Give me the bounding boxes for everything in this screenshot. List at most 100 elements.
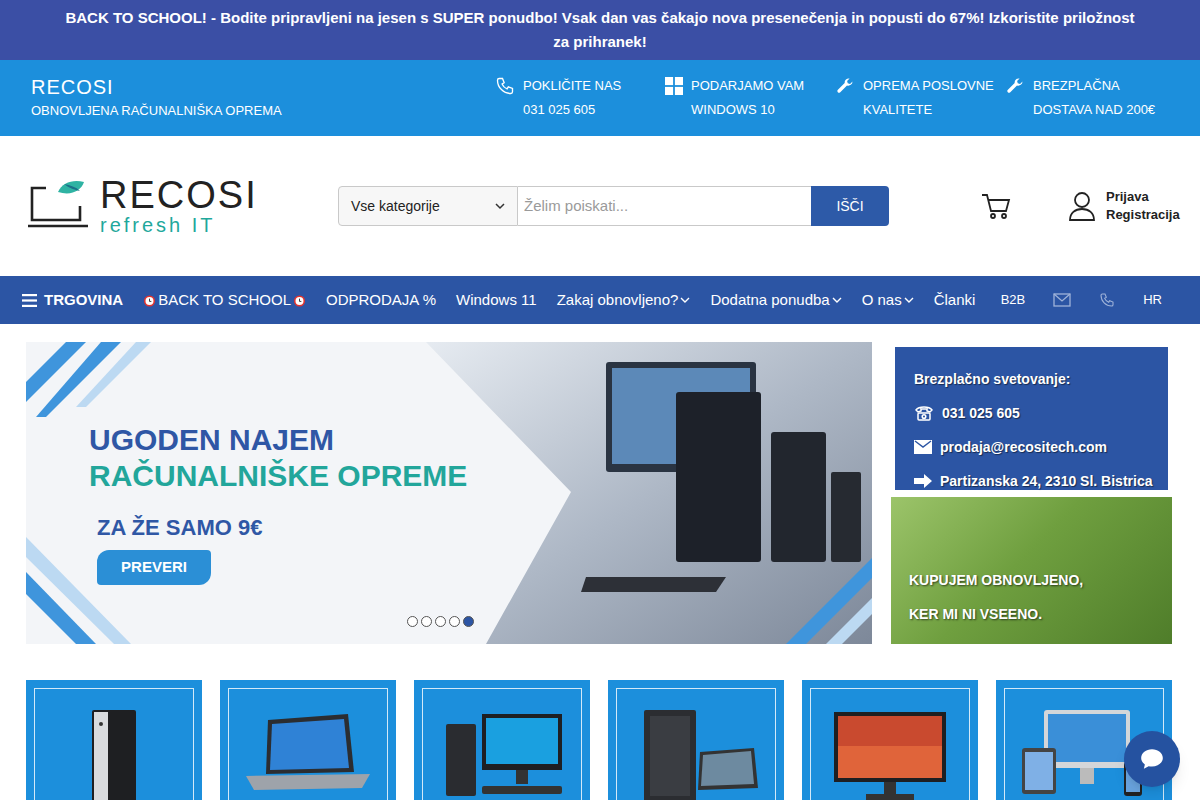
contact-title: Brezplačno svetovanje: [914,369,1168,389]
phone-icon [495,76,515,96]
chevron-down-icon [904,295,914,305]
nav-label: TRGOVINA [44,289,123,312]
info-bar: RECOSIOBNOVLJENA RAČUNALNIŠKA OPREMA POK… [0,60,1200,136]
feature-line: DOSTAVA NAD 200€ [1033,98,1155,122]
mail-icon [1053,293,1071,307]
slider-dots [407,616,474,627]
hero-banner[interactable]: UGODEN NAJEMRAČUNALNIŠKE OPREMEZA ŽE SAM… [26,342,872,644]
user-icon [1068,191,1096,221]
contact-phone[interactable]: 031 025 605 [914,403,1168,423]
workstation-icon [626,702,766,800]
login-link[interactable]: Prijava [1106,188,1180,206]
feature-item: PODARJAMO VAMWINDOWS 10 [665,74,835,122]
wrench-icon [835,76,855,96]
tower-icon [44,702,184,800]
header: RECOSIrefresh IT Vse kategorije IŠČI Prij… [0,136,1200,276]
category-row [0,680,1200,800]
alarm-clock-icon [143,294,156,307]
logo-slogan: refresh IT [100,214,258,236]
search-input[interactable] [518,186,811,226]
slider-dot[interactable] [449,616,460,627]
card-frame [616,688,776,800]
nav-item[interactable]: HR [1143,290,1162,310]
category-card[interactable] [26,680,202,800]
logo-name: RECOSI [100,176,258,214]
contact-email[interactable]: prodaja@recositech.com [914,437,1168,457]
nav-label: B2B [1001,292,1026,307]
telephone-icon [914,405,934,421]
banner-text: UGODEN NAJEMRAČUNALNIŠKE OPREMEZA ŽE SAM… [26,342,872,585]
nav-item[interactable]: BACK TO SCHOOL [143,289,306,312]
contact-address[interactable]: Partizanska 24, 2310 Sl. Bistrica [914,471,1168,491]
phone-button[interactable] [1099,292,1115,308]
category-select-value: Vse kategorije [351,196,440,217]
nav-main-group: TRGOVINA BACK TO SCHOOL ODPRODAJA % Windows… [22,289,975,312]
chevron-down-icon [495,201,505,211]
promo-line: KER MI NI VSEENO. [909,606,1172,622]
shop-menu-button[interactable]: TRGOVINA [22,289,123,312]
slider-dot[interactable] [435,616,446,627]
side-column: Brezplačno svetovanje: 031 025 605 prodaja… [891,342,1172,644]
brand-block: RECOSIOBNOVLJENA RAČUNALNIŠKA OPREMA [31,74,282,122]
hero-area: UGODEN NAJEMRAČUNALNIŠKE OPREMEZA ŽE SAM… [0,342,1200,644]
nav-item[interactable]: Članki [934,289,976,312]
nav-dropdown[interactable]: Dodatna ponudba [710,289,841,312]
chat-icon [1139,746,1165,772]
laptop-icon [238,702,378,800]
feature-text: OPREMA POSLOVNEKVALITETE [863,74,994,122]
banner-button-wrap: PREVERI [97,550,872,585]
category-select[interactable]: Vse kategorije [338,186,518,226]
phone-icon [1099,292,1115,308]
category-card[interactable] [220,680,396,800]
chevron-down-icon [832,295,842,305]
card-frame [810,688,970,800]
cart-button[interactable] [980,190,1012,222]
feature-list: POKLIČITE NAS031 025 605PODARJAMO VAMWIN… [495,74,1175,122]
slider-dot[interactable] [463,616,474,627]
windows-icon [665,77,683,95]
announcement-bar: BACK TO SCHOOL! - Bodite pripravljeni na… [0,0,1200,60]
hamburger-icon [22,294,37,307]
nav-item[interactable]: Windows 11 [456,289,537,312]
nav-item[interactable]: ODPRODAJA % [326,289,436,312]
nav-label: ODPRODAJA % [326,291,436,308]
slider-dot[interactable] [421,616,432,627]
card-frame [422,688,582,800]
feature-item: BREZPLAČNADOSTAVA NAD 200€ [1005,74,1175,122]
nav-dropdown[interactable]: Zakaj obnovljeno? [557,289,691,312]
nav-label: Dodatna ponudba [710,289,829,312]
search-button[interactable]: IŠČI [811,186,889,226]
card-frame [34,688,194,800]
monitor-icon [820,702,960,800]
category-card[interactable] [802,680,978,800]
contact-email-text: prodaja@recositech.com [940,437,1107,457]
nav-label: Članki [934,291,976,308]
logo[interactable]: RECOSIrefresh IT [28,176,338,236]
banner-art-icon [26,342,872,644]
card-frame [228,688,388,800]
contact-box: Brezplačno svetovanje: 031 025 605 prodaja… [895,347,1168,490]
register-link[interactable]: Registracija [1106,206,1180,224]
announcement-text: BACK TO SCHOOL! - Bodite pripravljeni na… [60,6,1140,54]
chevron-down-icon [680,295,690,305]
mail-icon [914,440,932,454]
slider-dot[interactable] [407,616,418,627]
feature-line: POKLIČITE NAS [523,74,621,98]
cart-icon [980,190,1012,222]
chat-button[interactable] [1124,731,1180,787]
category-card[interactable] [608,680,784,800]
brand-tagline: OBNOVLJENA RAČUNALNIŠKA OPREMA [31,100,282,122]
brand-name: RECOSI [31,74,282,100]
desktop-icon [432,702,572,800]
main-nav: TRGOVINA BACK TO SCHOOL ODPRODAJA % Windows… [0,276,1200,324]
banner-button[interactable]: PREVERI [97,550,211,585]
promo-line: KUPUJEM OBNOVLJENO, [909,572,1172,588]
mail-button[interactable] [1053,293,1071,307]
promo-banner[interactable]: KUPUJEM OBNOVLJENO, KER MI NI VSEENO. [891,497,1172,644]
account-block[interactable]: PrijavaRegistracija [1068,188,1180,224]
nav-item[interactable]: B2B [1001,290,1026,310]
feature-text: BREZPLAČNADOSTAVA NAD 200€ [1033,74,1155,122]
feature-line: WINDOWS 10 [691,98,804,122]
category-card[interactable] [414,680,590,800]
nav-dropdown[interactable]: O nas [862,289,914,312]
